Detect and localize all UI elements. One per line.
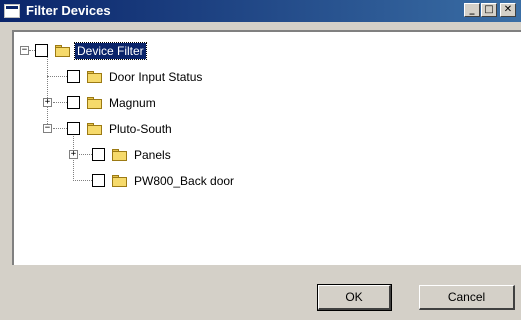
pluto-south-label[interactable]: Pluto-South — [107, 121, 174, 137]
folder-icon — [87, 97, 103, 109]
cancel-button[interactable]: Cancel — [419, 285, 515, 310]
device-tree-view[interactable]: − Device Filter Door Input Status + Magn… — [12, 30, 521, 265]
tree-node-panels[interactable]: + Panels — [14, 146, 234, 164]
tree-connector — [47, 55, 48, 130]
folder-icon — [87, 71, 103, 83]
pw800-back-door-label[interactable]: PW800_Back door — [132, 173, 236, 189]
expand-icon[interactable]: + — [43, 98, 52, 107]
minimize-button[interactable]: _ — [464, 3, 480, 17]
tree-node-door-input-status[interactable]: Door Input Status — [14, 68, 274, 86]
panels-checkbox[interactable] — [92, 148, 105, 161]
tree-node-pluto-south[interactable]: − Pluto-South — [14, 120, 234, 138]
window-icon — [4, 4, 20, 18]
tree-node-pw800-back-door[interactable]: PW800_Back door — [14, 172, 314, 190]
folder-icon — [87, 123, 103, 135]
pluto-south-checkbox[interactable] — [67, 122, 80, 135]
tree-node-device-filter[interactable]: − Device Filter — [14, 42, 214, 60]
close-button[interactable]: ✕ — [500, 3, 516, 17]
folder-icon — [55, 45, 71, 57]
expand-icon[interactable]: + — [69, 150, 78, 159]
maximize-button[interactable]: □ — [481, 3, 497, 17]
folder-icon — [112, 175, 128, 187]
folder-icon — [112, 149, 128, 161]
collapse-icon[interactable]: − — [43, 124, 52, 133]
magnum-label[interactable]: Magnum — [107, 95, 158, 111]
device-filter-label[interactable]: Device Filter — [74, 42, 147, 60]
pw800-back-door-checkbox[interactable] — [92, 174, 105, 187]
collapse-icon[interactable]: − — [20, 46, 29, 55]
panels-label[interactable]: Panels — [132, 147, 173, 163]
door-input-status-label[interactable]: Door Input Status — [107, 69, 204, 85]
tree-node-magnum[interactable]: + Magnum — [14, 94, 214, 112]
magnum-checkbox[interactable] — [67, 96, 80, 109]
door-input-status-checkbox[interactable] — [67, 70, 80, 83]
ok-button[interactable]: OK — [317, 284, 392, 311]
window-title: Filter Devices — [26, 3, 111, 18]
title-bar[interactable]: Filter Devices _ □ ✕ — [0, 0, 521, 22]
device-filter-checkbox[interactable] — [35, 44, 48, 57]
